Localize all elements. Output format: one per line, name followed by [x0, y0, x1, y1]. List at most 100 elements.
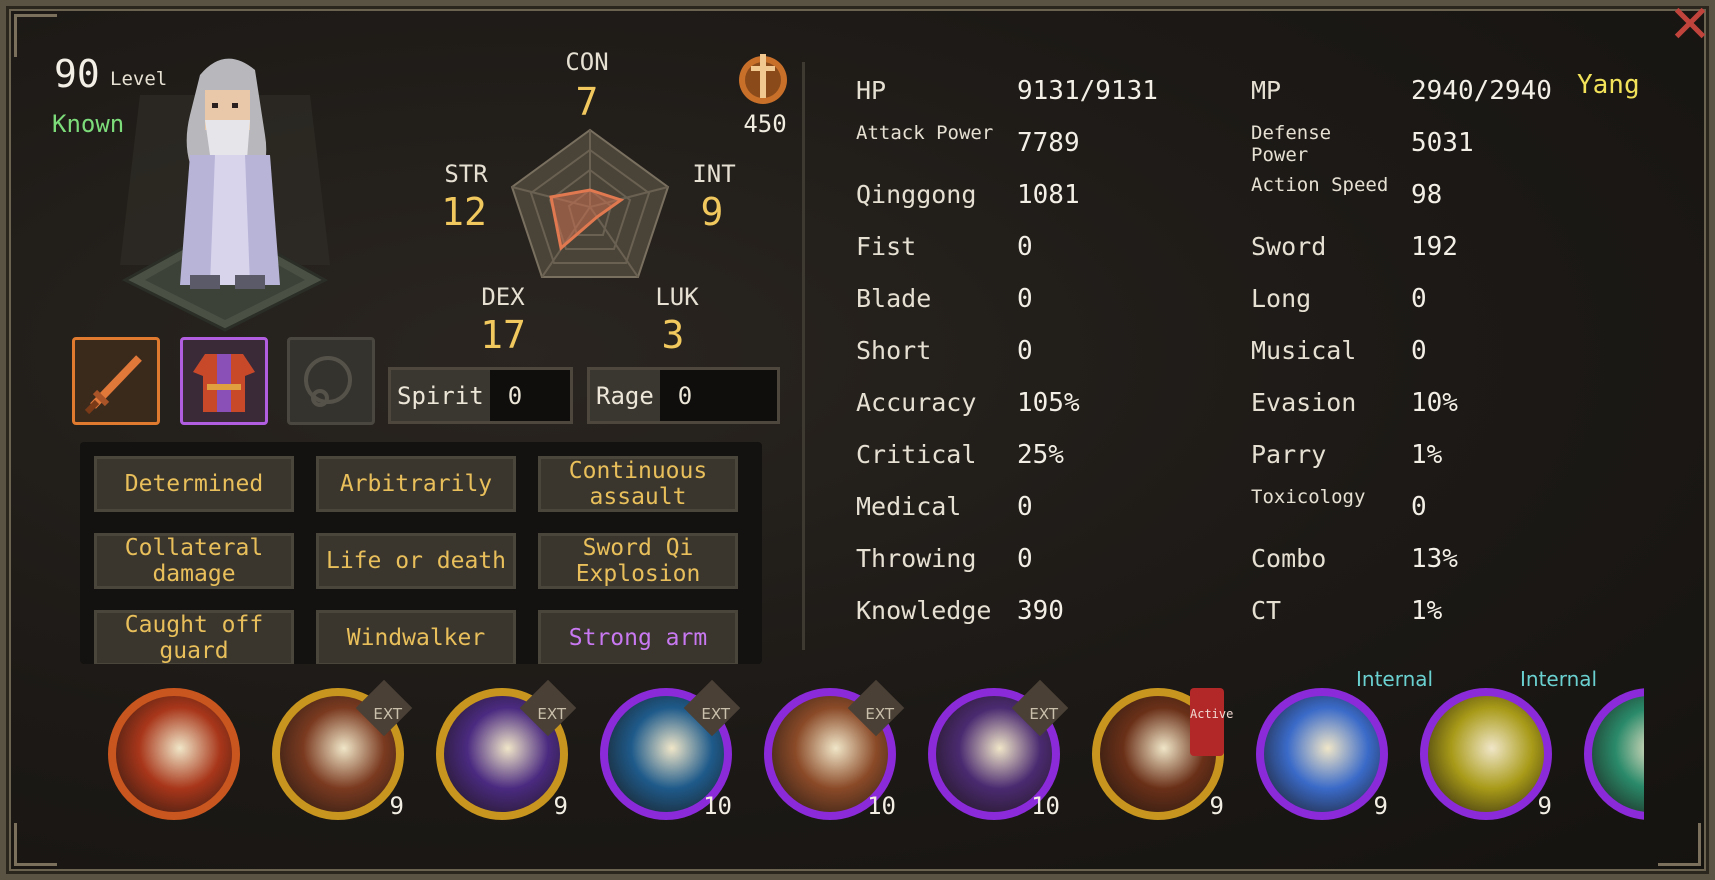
skill-slot[interactable]: EXT 9: [272, 679, 413, 820]
attr-attack-power-value: 7789: [1017, 128, 1080, 158]
skill-level: 9: [389, 792, 404, 820]
skill-tag: EXT: [865, 705, 894, 723]
stat-int-label: INT: [692, 160, 736, 188]
skill-level: 9: [553, 792, 568, 820]
panel-divider: [802, 62, 805, 650]
attr-ct-label: CT: [1251, 596, 1282, 625]
attr-qinggong-value: 1081: [1017, 180, 1080, 210]
attr-musical-label: Musical: [1251, 336, 1357, 365]
attr-medical-value: 0: [1017, 492, 1033, 522]
rage-bar: Rage 0: [587, 367, 780, 424]
skill-slot[interactable]: Active 9: [1092, 688, 1233, 820]
attr-throwing-label: Throwing: [856, 544, 977, 573]
stat-str-label: STR: [444, 160, 488, 188]
trait-arbitrarily[interactable]: Arbitrarily: [316, 456, 516, 512]
accessory-slot[interactable]: [287, 337, 375, 425]
armor-slot[interactable]: [180, 337, 268, 425]
stat-con-value: 7: [575, 80, 599, 124]
robe-icon: [193, 354, 255, 412]
attr-defense-power-label: Defense Power: [1251, 122, 1332, 166]
rage-value: 0: [677, 381, 693, 410]
attr-fist-value: 0: [1017, 232, 1033, 262]
rage-label: Rage: [590, 370, 660, 421]
attr-throwing-value: 0: [1017, 544, 1033, 574]
frame-corner: [14, 823, 57, 866]
attr-qinggong-label: Qinggong: [856, 180, 977, 209]
stat-dex-label: DEX: [481, 283, 525, 311]
attr-medical-label: Medical: [856, 492, 962, 521]
skill-slot[interactable]: Internal 9: [1420, 668, 1597, 820]
trait-caught-off-guard[interactable]: Caught off guard: [94, 610, 294, 664]
stat-dex-value: 17: [480, 313, 526, 357]
skill-tag: EXT: [701, 705, 730, 723]
claw-slash-icon: [108, 688, 240, 820]
spirit-bar: Spirit 0: [388, 367, 573, 424]
skill-slot[interactable]: [108, 688, 240, 820]
attr-mp-label: MP: [1251, 76, 1282, 105]
trait-collateral-damage[interactable]: Collateral damage: [94, 533, 294, 589]
frame-corner: [14, 14, 57, 57]
attr-action-speed-label: Action Speed: [1251, 174, 1389, 196]
traits-panel: Determined Arbitrarily Continuous assaul…: [80, 442, 762, 664]
attr-hp-value: 9131/9131: [1017, 76, 1158, 106]
stat-luk-label: LUK: [655, 283, 699, 311]
attr-defense-power-value: 5031: [1411, 128, 1474, 158]
skill-slot[interactable]: Internal 9: [1256, 668, 1433, 820]
attr-blade-value: 0: [1017, 284, 1033, 314]
green-skill-icon: [1584, 688, 1644, 820]
attr-knowledge-label: Knowledge: [856, 596, 992, 625]
trait-life-or-death[interactable]: Life or death: [316, 533, 516, 589]
affinity-label: Yang: [1577, 70, 1640, 100]
trait-continuous-assault[interactable]: Continuous assault: [538, 456, 738, 512]
attr-combo-label: Combo: [1251, 544, 1327, 573]
skill-level: 9: [1209, 792, 1224, 820]
trait-sword-qi-explosion[interactable]: Sword Qi Explosion: [538, 533, 738, 589]
attr-evasion-value: 10%: [1411, 388, 1458, 418]
spirit-label: Spirit: [391, 370, 490, 421]
skill-slot[interactable]: EXT 9: [436, 679, 577, 820]
sword-medal-icon: [739, 54, 787, 104]
attr-short-value: 0: [1017, 336, 1033, 366]
skill-slot[interactable]: EXT 10: [928, 679, 1069, 820]
character-status: Known: [52, 110, 125, 138]
trait-windwalker[interactable]: Windwalker: [316, 610, 516, 664]
attr-long-label: Long: [1251, 284, 1312, 313]
ice-crystal-icon: [1256, 688, 1388, 820]
trait-determined[interactable]: Determined: [94, 456, 294, 512]
level-label: Level: [110, 68, 168, 90]
skill-slot[interactable]: EXT 10: [600, 679, 741, 820]
skill-tag: EXT: [1029, 705, 1058, 723]
attr-toxicology-label: Toxicology: [1251, 486, 1366, 508]
close-icon[interactable]: ✕: [1665, 0, 1715, 55]
skill-level: 9: [1373, 792, 1388, 820]
attr-fist-label: Fist: [856, 232, 917, 261]
stat-con-label: CON: [565, 48, 609, 76]
stat-str-value: 12: [441, 190, 487, 234]
attr-sword-value: 192: [1411, 232, 1458, 262]
attr-critical-label: Critical: [856, 440, 977, 469]
weapon-slot[interactable]: [72, 337, 160, 425]
internal-tag: Internal: [1520, 668, 1597, 690]
attr-sword-label: Sword: [1251, 232, 1327, 261]
amulet-icon: [304, 356, 352, 407]
attr-blade-label: Blade: [856, 284, 932, 313]
skill-level: 9: [1537, 792, 1552, 820]
attr-evasion-label: Evasion: [1251, 388, 1357, 417]
skill-tag: EXT: [373, 705, 402, 723]
skill-slot[interactable]: EXT 10: [764, 679, 905, 820]
attr-attack-power-label: Attack Power: [856, 122, 994, 144]
skill-slot[interactable]: [1584, 688, 1644, 820]
golden-orb-icon: [1420, 688, 1552, 820]
attr-hp-label: HP: [856, 76, 887, 105]
trait-strong-arm[interactable]: Strong arm: [538, 610, 738, 664]
character-level: 90: [54, 52, 100, 96]
medal-value: 450: [743, 110, 787, 138]
attr-ct-value: 1%: [1411, 596, 1443, 626]
stat-luk-value: 3: [661, 313, 685, 357]
stat-int-value: 9: [700, 190, 724, 234]
internal-tag: Internal: [1356, 668, 1433, 690]
attr-long-value: 0: [1411, 284, 1427, 314]
skill-level: 10: [1031, 792, 1060, 820]
attr-short-label: Short: [856, 336, 932, 365]
attr-toxicology-value: 0: [1411, 492, 1427, 522]
